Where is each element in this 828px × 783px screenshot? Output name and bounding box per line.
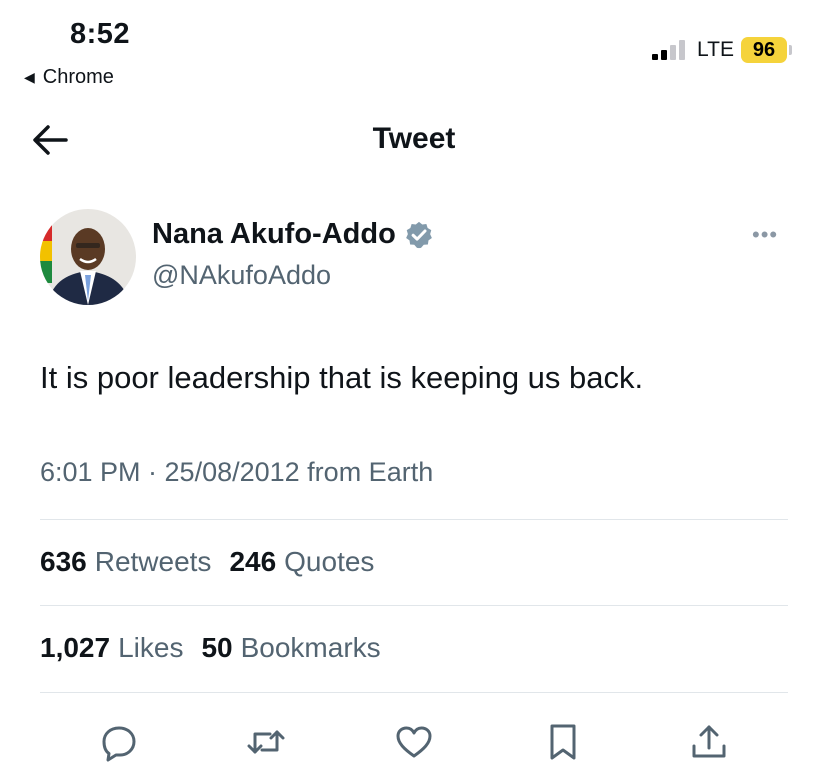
bookmark-icon[interactable] [543, 722, 583, 762]
retweets-count: 636 [40, 546, 87, 577]
likes-count: 1,027 [40, 632, 111, 663]
quotes-count: 246 [229, 546, 277, 577]
back-arrow-icon[interactable] [30, 122, 70, 158]
retweet-icon[interactable] [246, 722, 286, 762]
author-name-row[interactable]: Nana Akufo-Addo [152, 218, 434, 251]
retweets-stat[interactable]: 636 Retweets [40, 546, 211, 578]
tweet-text: It is poor leadership that is keeping us… [40, 360, 644, 395]
back-to-app-link[interactable]: ◀ Chrome [24, 66, 114, 89]
quotes-stat[interactable]: 246 Quotes [229, 546, 374, 578]
cellular-signal-icon [652, 38, 690, 60]
tweet-meta: 6:01 PM · 25/08/2012 from Earth [40, 457, 434, 487]
author-name[interactable]: Nana Akufo-Addo [152, 218, 396, 251]
network-type: LTE [697, 38, 734, 61]
battery-tip [789, 45, 792, 55]
likes-stat[interactable]: 1,027 Likes [40, 632, 183, 664]
stats-row-retweets-quotes: 636 Retweets 246 Quotes [40, 546, 374, 578]
avatar[interactable] [40, 209, 136, 305]
bookmarks-count: 50 [201, 632, 233, 663]
back-app-label: Chrome [42, 66, 114, 88]
author-handle[interactable]: @NAkufoAddo [152, 260, 331, 291]
bookmarks-stat[interactable]: 50 Bookmarks [201, 632, 380, 664]
battery-level: 96 [741, 37, 787, 63]
page-title: Tweet [372, 122, 456, 155]
retweets-label: Retweets [94, 546, 212, 577]
reply-icon[interactable] [99, 722, 139, 762]
quotes-label: Quotes [284, 546, 375, 577]
verified-badge-icon [405, 221, 432, 248]
bookmarks-label: Bookmarks [240, 632, 381, 663]
divider [40, 605, 788, 606]
stats-row-likes-bookmarks: 1,027 Likes 50 Bookmarks [40, 632, 381, 664]
back-triangle-icon: ◀ [24, 69, 35, 85]
divider [40, 692, 788, 693]
divider [40, 519, 788, 520]
likes-label: Likes [118, 632, 184, 663]
like-icon[interactable] [394, 722, 434, 762]
more-options-icon[interactable]: ••• [752, 222, 778, 248]
share-icon[interactable] [689, 722, 729, 762]
status-time: 8:52 [70, 18, 131, 50]
